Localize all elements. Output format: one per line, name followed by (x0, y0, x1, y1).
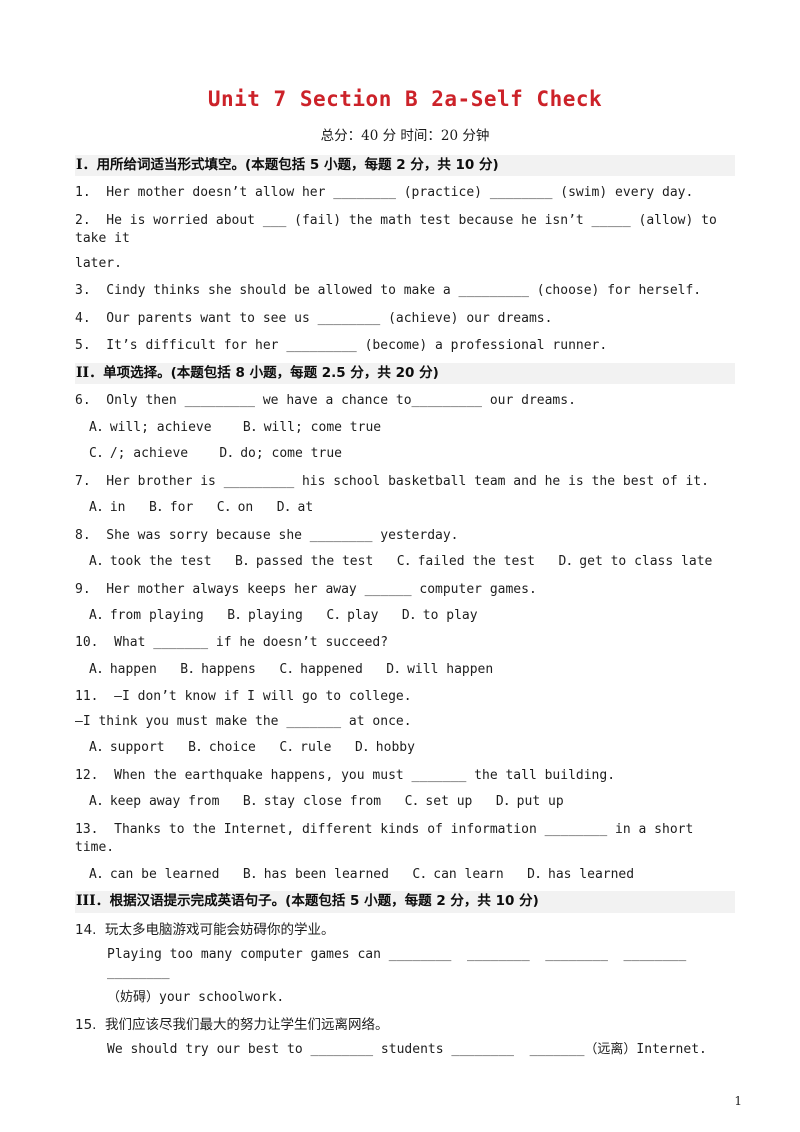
question-14-answer-line-2: （妨碍）your schoolwork. (107, 989, 285, 1005)
section-heading-2: II．单项选择。(本题包括 8 小题，每题 2.5 分，共 20 分) (75, 362, 735, 385)
question-2: 2. He is worried about ___ (fail) the ma… (75, 212, 725, 247)
question-8-options: A．took the test B．passed the test C．fail… (89, 554, 713, 570)
section-numeral-1: I． (76, 156, 97, 173)
question-7-options: A．in B．for C．on D．at (89, 500, 314, 516)
question-12-options: A．keep away from B．stay close from C．set… (89, 794, 564, 810)
question-4: 4. Our parents want to see us ________ (… (75, 310, 553, 326)
question-9: 9. Her mother always keeps her away ____… (75, 581, 537, 597)
question-10-options: A．happen B．happens C．happened D．will hap… (89, 661, 494, 677)
question-13: 13. Thanks to the Internet, different ki… (75, 821, 702, 856)
section-heading-3: III．根据汉语提示完成英语句子。(本题包括 5 小题，每题 2 分，共 10 … (75, 890, 735, 913)
question-11-options: A．support B．choice C．rule D．hobby (89, 740, 415, 756)
question-10: 10. What _______ if he doesn’t succeed? (75, 635, 389, 651)
question-15-answer-line-1: We should try our best to ________ stude… (107, 1042, 707, 1058)
question-13-options: A．can be learned B．has been learned C．ca… (89, 866, 635, 882)
section-heading-text-2: 单项选择。(本题包括 8 小题，每题 2.5 分，共 20 分) (103, 364, 439, 381)
question-14-prompt: 14. 玩太多电脑游戏可能会妨碍你的学业。 (75, 921, 335, 938)
question-1: 1. Her mother doesn’t allow her ________… (75, 185, 694, 201)
question-12: 12. When the earthquake happens, you mus… (75, 767, 616, 783)
document-body: Unit 7 Section B 2a-Self Check 总分：40 分 时… (75, 86, 735, 1060)
exam-meta-line: 总分：40 分 时间：20 分钟 (320, 128, 490, 145)
question-14-answer-line-1: Playing too many computer games can ____… (107, 946, 702, 981)
section-heading-text-1: 用所给词适当形式填空。(本题包括 5 小题，每题 2 分，共 10 分) (96, 156, 499, 173)
page-number: 1 (734, 1094, 742, 1108)
section-heading-1: I．用所给词适当形式填空。(本题包括 5 小题，每题 2 分，共 10 分) (75, 154, 735, 177)
question-9-options: A．from playing B．playing C．play D．to pla… (89, 607, 478, 623)
section-numeral-3: III． (76, 892, 110, 909)
page-title: Unit 7 Section B 2a-Self Check (207, 87, 603, 111)
document-page: Unit 7 Section B 2a-Self Check 总分：40 分 时… (0, 0, 800, 1132)
question-11: 11. —I don’t know if I will go to colleg… (75, 689, 412, 705)
section-heading-text-3: 根据汉语提示完成英语句子。(本题包括 5 小题，每题 2 分，共 10 分) (109, 892, 539, 909)
question-2-continuation: later. (75, 255, 122, 271)
question-8: 8. She was sorry because she ________ ye… (75, 527, 459, 543)
question-6-options-line-1: A．will; achieve B．will; come true (89, 419, 382, 435)
question-5: 5. It’s difficult for her _________ (bec… (75, 338, 608, 354)
question-3: 3. Cindy thinks she should be allowed to… (75, 283, 702, 299)
question-7: 7. Her brother is _________ his school b… (75, 473, 709, 489)
question-6-options-line-2: C．/; achieve D．do; come true (89, 446, 342, 462)
section-numeral-2: II． (76, 364, 104, 381)
question-15-prompt: 15. 我们应该尽我们最大的努力让学生们远离网络。 (75, 1017, 389, 1034)
question-11-continuation: —I think you must make the _______ at on… (75, 713, 412, 729)
question-6: 6. Only then _________ we have a chance … (75, 393, 576, 409)
